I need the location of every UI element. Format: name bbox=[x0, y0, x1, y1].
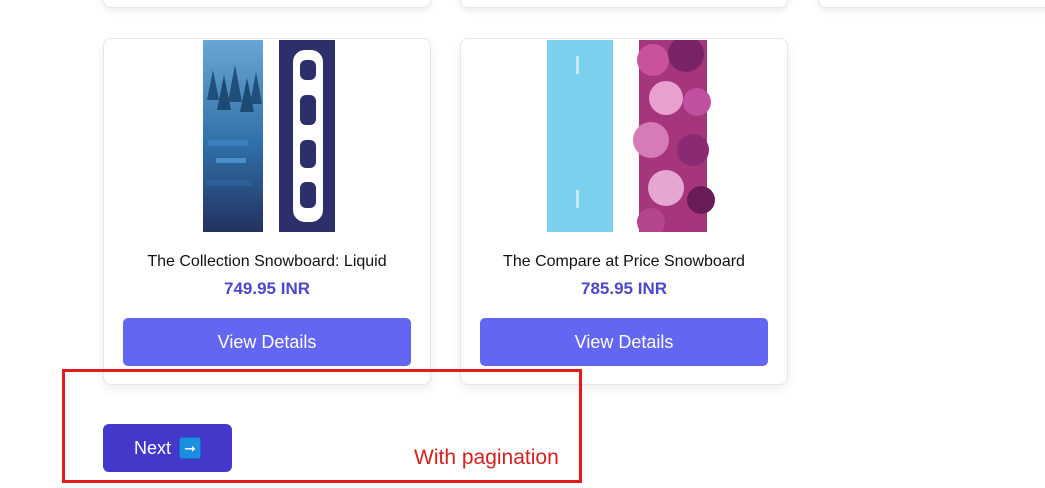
annotation-label: With pagination bbox=[414, 446, 559, 469]
product-card-previous bbox=[460, 0, 788, 8]
view-details-button[interactable]: View Details bbox=[480, 318, 768, 366]
product-card: The Compare at Price Snowboard 785.95 IN… bbox=[460, 38, 788, 385]
product-price: 785.95 INR bbox=[581, 279, 667, 298]
product-card-previous bbox=[818, 0, 1045, 8]
product-title[interactable]: The Collection Snowboard: Liquid bbox=[104, 253, 430, 271]
product-grid-page: The Collection Snowboard: Liquid 749.95 … bbox=[0, 0, 1045, 488]
view-details-button[interactable]: View Details bbox=[123, 318, 411, 366]
product-image[interactable] bbox=[461, 40, 787, 232]
product-card-previous bbox=[103, 0, 431, 8]
product-card: The Collection Snowboard: Liquid 749.95 … bbox=[103, 38, 431, 385]
product-image[interactable] bbox=[104, 40, 430, 232]
product-price: 749.95 INR bbox=[224, 279, 310, 298]
product-title[interactable]: The Compare at Price Snowboard bbox=[461, 253, 787, 271]
